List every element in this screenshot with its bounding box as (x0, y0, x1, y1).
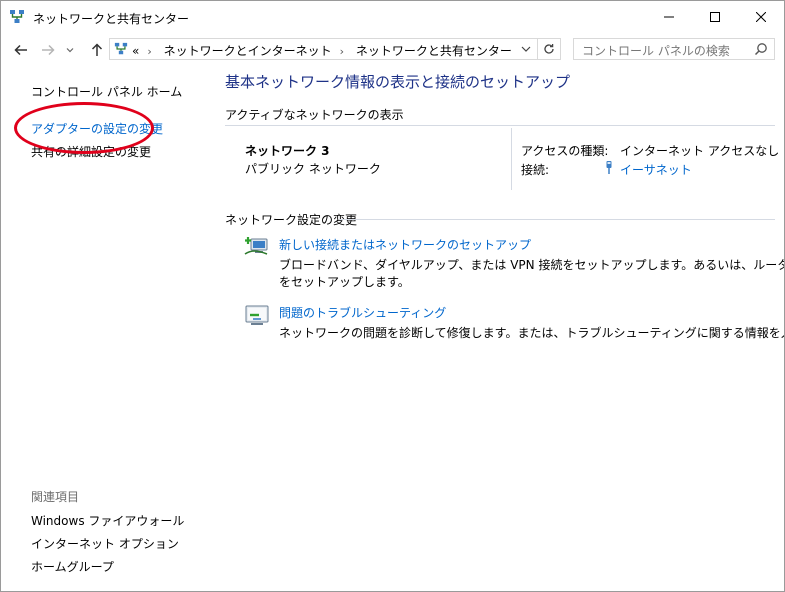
minimize-icon (664, 16, 674, 18)
close-icon (756, 12, 766, 22)
window-title: ネットワークと共有センター (33, 12, 190, 26)
minimize-button[interactable] (646, 1, 692, 33)
network-name: ネットワーク 3 (245, 144, 330, 158)
task-description: ブロードバンド、ダイヤルアップ、または VPN 接続をセットアップします。あるい… (279, 258, 785, 272)
arrow-right-icon (42, 44, 55, 56)
connection-label: 接続: (521, 163, 550, 177)
change-network-settings-header: ネットワーク設定の変更 (225, 213, 358, 227)
ethernet-icon (606, 161, 612, 174)
network-center-icon (10, 10, 24, 23)
maximize-icon (710, 12, 720, 22)
new-connection-icon (244, 237, 268, 255)
control-panel-home-link[interactable]: コントロール パネル ホーム (31, 83, 182, 100)
forward-button[interactable] (38, 40, 58, 60)
search-icon (754, 43, 767, 56)
new-connection-setup-link[interactable]: 新しい接続またはネットワークのセットアップ (279, 236, 531, 253)
up-button[interactable] (87, 40, 107, 60)
title-bar: ネットワークと共有センター (1, 1, 784, 33)
divider (225, 125, 775, 126)
active-networks-header: アクティブなネットワークの表示 (225, 108, 404, 122)
internet-options-link[interactable]: インターネット オプション (31, 535, 179, 552)
access-type-value: インターネット アクセスなし (620, 144, 780, 158)
windows-firewall-link[interactable]: Windows ファイアウォール (31, 512, 184, 529)
refresh-button[interactable] (537, 39, 560, 59)
page-title: 基本ネットワーク情報の表示と接続のセットアップ (225, 73, 571, 91)
close-button[interactable] (738, 1, 784, 33)
arrow-left-icon (14, 44, 27, 56)
change-adapter-settings-link[interactable]: アダプターの設定の変更 (31, 120, 163, 137)
network-center-icon (114, 42, 128, 55)
search-box[interactable]: コントロール パネルの検索 (573, 38, 775, 60)
recent-locations-button[interactable] (63, 40, 77, 60)
chevron-right-icon: › (339, 45, 344, 58)
search-input[interactable]: コントロール パネルの検索 (582, 42, 730, 59)
breadcrumb-network-internet[interactable]: ネットワークとインターネット (164, 44, 332, 58)
troubleshoot-icon (245, 305, 269, 325)
arrow-up-icon (91, 43, 103, 56)
ethernet-connection-link[interactable]: イーサネット (620, 161, 692, 178)
homegroup-link[interactable]: ホームグループ (31, 558, 114, 575)
chevron-down-icon (521, 46, 531, 52)
chevron-down-icon (66, 48, 74, 53)
address-bar[interactable]: « › ネットワークとインターネット › ネットワークと共有センター (109, 38, 561, 60)
related-header: 関連項目 (31, 490, 80, 504)
breadcrumb-overflow[interactable]: « (132, 44, 139, 58)
maximize-button[interactable] (692, 1, 738, 33)
access-type-label: アクセスの種類: (521, 144, 609, 158)
troubleshoot-problems-link[interactable]: 問題のトラブルシューティング (279, 304, 446, 321)
divider (511, 128, 512, 190)
refresh-icon (544, 44, 554, 54)
breadcrumb-sharing-center[interactable]: ネットワークと共有センター (356, 44, 512, 58)
chevron-right-icon: › (147, 45, 152, 58)
network-type: パブリック ネットワーク (245, 162, 381, 176)
task-description: ネットワークの問題を診断して修復します。または、トラブルシューティングに関する情… (279, 326, 784, 340)
task-description: をセットアップします。 (279, 275, 410, 289)
breadcrumb: « › ネットワークとインターネット › ネットワークと共有センター (132, 42, 512, 59)
network-sharing-center-window: ネットワークと共有センター «› ネットワークとインターネット › ネットワーク… (0, 0, 785, 592)
back-button[interactable] (11, 40, 31, 60)
advanced-sharing-settings-link[interactable]: 共有の詳細設定の変更 (31, 143, 151, 160)
divider (339, 219, 775, 220)
address-dropdown-button[interactable] (518, 39, 534, 59)
